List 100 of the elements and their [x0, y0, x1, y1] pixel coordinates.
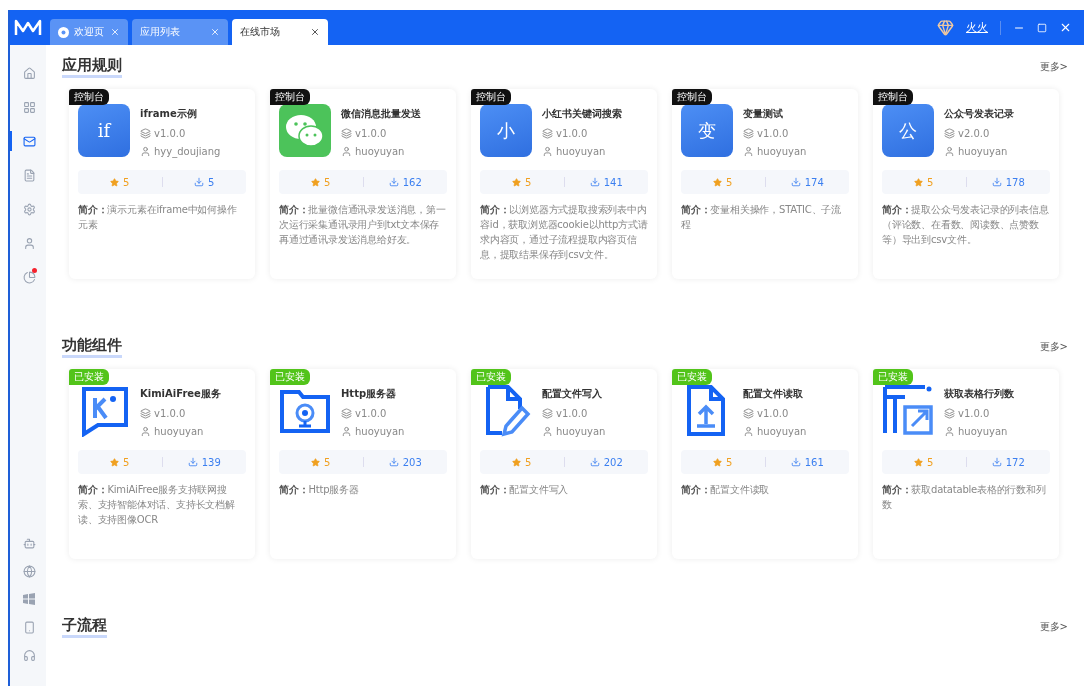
list-icon: [22, 168, 36, 182]
app-description: 简介：提取公众号发表记录的列表信息（评论数、在看数、阅读数、点赞数等）导出到csv文件。: [882, 203, 1050, 247]
app-icon: 变: [681, 104, 733, 157]
app-name: 获取表格行列数: [944, 387, 1014, 401]
gear-icon: [22, 202, 36, 216]
phone-icon: [22, 620, 36, 634]
app-description: 简介：演示元素在iframe中如何操作元素: [78, 203, 238, 232]
version-text: v1.0.0: [757, 408, 789, 419]
user-icon: [341, 426, 352, 437]
user-icon: [140, 146, 151, 157]
robot-icon: [22, 536, 36, 550]
more-link[interactable]: 更多>: [1039, 620, 1068, 634]
app-name: iframe示例: [140, 107, 198, 121]
section-title: 应用规则: [62, 56, 122, 78]
rating-text: 5: [123, 176, 130, 188]
user-icon: [743, 146, 754, 157]
close-icon[interactable]: [1059, 21, 1072, 34]
chat-bubbles-icon: [279, 104, 331, 157]
version-text: v1.0.0: [355, 408, 387, 419]
app-icon: if: [78, 104, 130, 157]
rating-text: 5: [525, 456, 532, 468]
diamond-icon[interactable]: [937, 19, 954, 36]
version-text: v1.0.0: [154, 408, 186, 419]
app-card[interactable]: 控制台 微信消息批量发送 v1.0.0 huoyuyan 5 162 简介：批量微信通讯录发送消息，第一次运行采集通讯录用户到txt文本保存再通过通讯录发送消息给好友。: [270, 89, 456, 279]
download-count: 162: [402, 176, 422, 188]
more-link[interactable]: 更多>: [1039, 60, 1068, 74]
app-name: KimiAiFree服务: [140, 387, 221, 401]
author-name: huoyuyan: [556, 146, 606, 157]
download-icon: [790, 457, 801, 467]
status-tag: 已安装: [672, 369, 712, 385]
app-name: 小红书关键词搜索: [542, 107, 622, 121]
download-count: 174: [804, 176, 824, 188]
author-name: huoyuyan: [757, 426, 807, 437]
app-card[interactable]: 控制台 变 变量测试 v1.0.0 huoyuyan 5 174 简介：变量相关操作，STATIC、子流程: [672, 89, 858, 279]
app-name: 公众号发表记录: [944, 107, 1014, 121]
star-icon: [110, 177, 120, 187]
version-text: v1.0.0: [958, 408, 990, 419]
star-icon: [512, 177, 522, 187]
app-card[interactable]: 控制台 公 公众号发表记录 v2.0.0 huoyuyan 5 178 简介：提取公众号发表记录的列表信息（评论数、在看数、阅读数、点赞数等）导出到csv文件。: [873, 89, 1059, 279]
layers-icon: [341, 408, 352, 419]
star-icon: [713, 457, 723, 467]
rating-text: 5: [726, 456, 733, 468]
app-description: 简介：变量相关操作，STATIC、子流程: [681, 203, 842, 232]
download-icon: [991, 177, 1002, 187]
user-name-link[interactable]: 火火: [966, 20, 988, 35]
layers-icon: [542, 128, 553, 139]
maximize-icon[interactable]: [1037, 22, 1047, 33]
star-icon: [914, 177, 924, 187]
app-card[interactable]: 已安装 配置文件写入 v1.0.0 huoyuyan 5 202 简介：配置文件写入: [471, 369, 657, 559]
version-text: v1.0.0: [154, 128, 186, 139]
windows-icon: [23, 593, 35, 605]
rating-text: 5: [726, 176, 733, 188]
rating-text: 5: [525, 176, 532, 188]
app-card[interactable]: 已安装 KimiAiFree服务 v1.0.0 huoyuyan 5 139 简介：KimiAiFree服务支持联网搜索、支持智能体对话、支持长文档解读、支持图像OCR: [69, 369, 255, 559]
status-tag: 控制台: [873, 89, 913, 105]
star-icon: [512, 457, 522, 467]
user-icon: [944, 146, 955, 157]
app-card[interactable]: 已安装 配置文件读取 v1.0.0 huoyuyan 5 161 简介：配置文件读取: [672, 369, 858, 559]
version-text: v2.0.0: [958, 128, 990, 139]
download-icon: [790, 177, 801, 187]
download-count: 202: [603, 456, 623, 468]
status-tag: 控制台: [270, 89, 310, 105]
mail-icon: [22, 134, 36, 148]
user-icon: [542, 426, 553, 437]
section-title: 子流程: [62, 616, 107, 638]
app-card[interactable]: 控制台 小 小红书关键词搜索 v1.0.0 huoyuyan 5 141 简介：以浏览器方式提取搜索列表中内容id，获取浏览器cookie以http方式请求内容页，通过子流程提取内容页信息，提取结果保存到csv文件。: [471, 89, 657, 279]
logo-icon: [14, 17, 42, 38]
home-icon: [22, 66, 36, 80]
status-tag: 控制台: [471, 89, 511, 105]
rating-text: 5: [324, 176, 331, 188]
app-name: 变量测试: [743, 107, 784, 121]
headset-icon: [22, 648, 36, 662]
download-count: 5: [208, 176, 215, 188]
download-icon: [388, 457, 399, 467]
download-icon: [589, 177, 600, 187]
star-icon: [311, 457, 321, 467]
user-icon: [140, 426, 151, 437]
close-icon[interactable]: [310, 27, 320, 37]
version-text: v1.0.0: [757, 128, 789, 139]
app-card[interactable]: 已安装 Http服务器 v1.0.0 huoyuyan 5 203 简介：Http服务器: [270, 369, 456, 559]
app-description: 简介：KimiAiFree服务支持联网搜索、支持智能体对话、支持长文档解读、支持图像OCR: [78, 483, 236, 527]
author-name: hyy_doujiang: [154, 146, 221, 157]
layers-icon: [341, 128, 352, 139]
tab[interactable]: 在线市场: [232, 19, 328, 45]
author-name: huoyuyan: [355, 426, 405, 437]
download-count: 141: [603, 176, 623, 188]
rating-text: 5: [927, 456, 934, 468]
download-icon: [589, 457, 600, 467]
app-card[interactable]: 已安装 获取表格行列数 v1.0.0 huoyuyan 5 172 简介：获取datatable表格的行数和列数: [873, 369, 1059, 559]
download-icon: [388, 177, 399, 187]
user-icon: [743, 426, 754, 437]
status-tag: 已安装: [69, 369, 109, 385]
app-description: 简介：获取datatable表格的行数和列数: [882, 483, 1047, 512]
app-card[interactable]: 控制台 if iframe示例 v1.0.0 hyy_doujiang 5 5 简介：演示元素在iframe中如何操作元素: [69, 89, 255, 279]
app-description: 简介：Http服务器: [279, 483, 360, 497]
author-name: huoyuyan: [154, 426, 204, 437]
more-link[interactable]: 更多>: [1039, 340, 1068, 354]
version-text: v1.0.0: [355, 128, 387, 139]
user-icon: [542, 146, 553, 157]
download-count: 139: [201, 456, 221, 468]
